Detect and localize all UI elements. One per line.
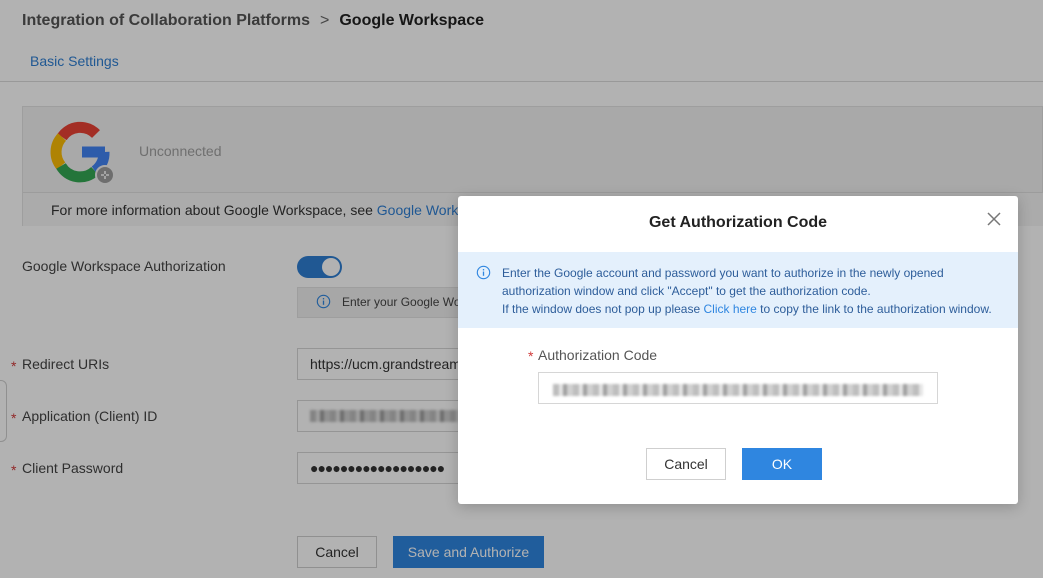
info-icon	[476, 265, 491, 280]
info-line-3-suffix: to copy the link to the authorization wi…	[756, 302, 992, 316]
click-here-link[interactable]: Click here	[703, 302, 756, 316]
redacted-value	[553, 384, 923, 396]
info-line-1: Enter the Google account and password yo…	[502, 266, 944, 280]
info-line-3: If the window does not pop up please Cli…	[502, 300, 1018, 318]
modal-cancel-button[interactable]: Cancel	[646, 448, 726, 480]
modal-info-banner: Enter the Google account and password yo…	[458, 252, 1018, 328]
modal-title: Get Authorization Code	[648, 214, 828, 231]
authorization-modal: Get Authorization Code Enter the Google …	[458, 196, 1018, 504]
authorization-code-label: Authorization Code	[538, 347, 658, 363]
info-line-3-prefix: If the window does not pop up please	[502, 302, 704, 316]
info-line-2: authorization window and click "Accept" …	[502, 284, 871, 298]
authorization-code-input[interactable]	[538, 372, 938, 404]
modal-ok-button[interactable]: OK	[742, 448, 822, 480]
close-icon[interactable]	[986, 211, 1002, 227]
required-marker: *	[528, 348, 534, 364]
